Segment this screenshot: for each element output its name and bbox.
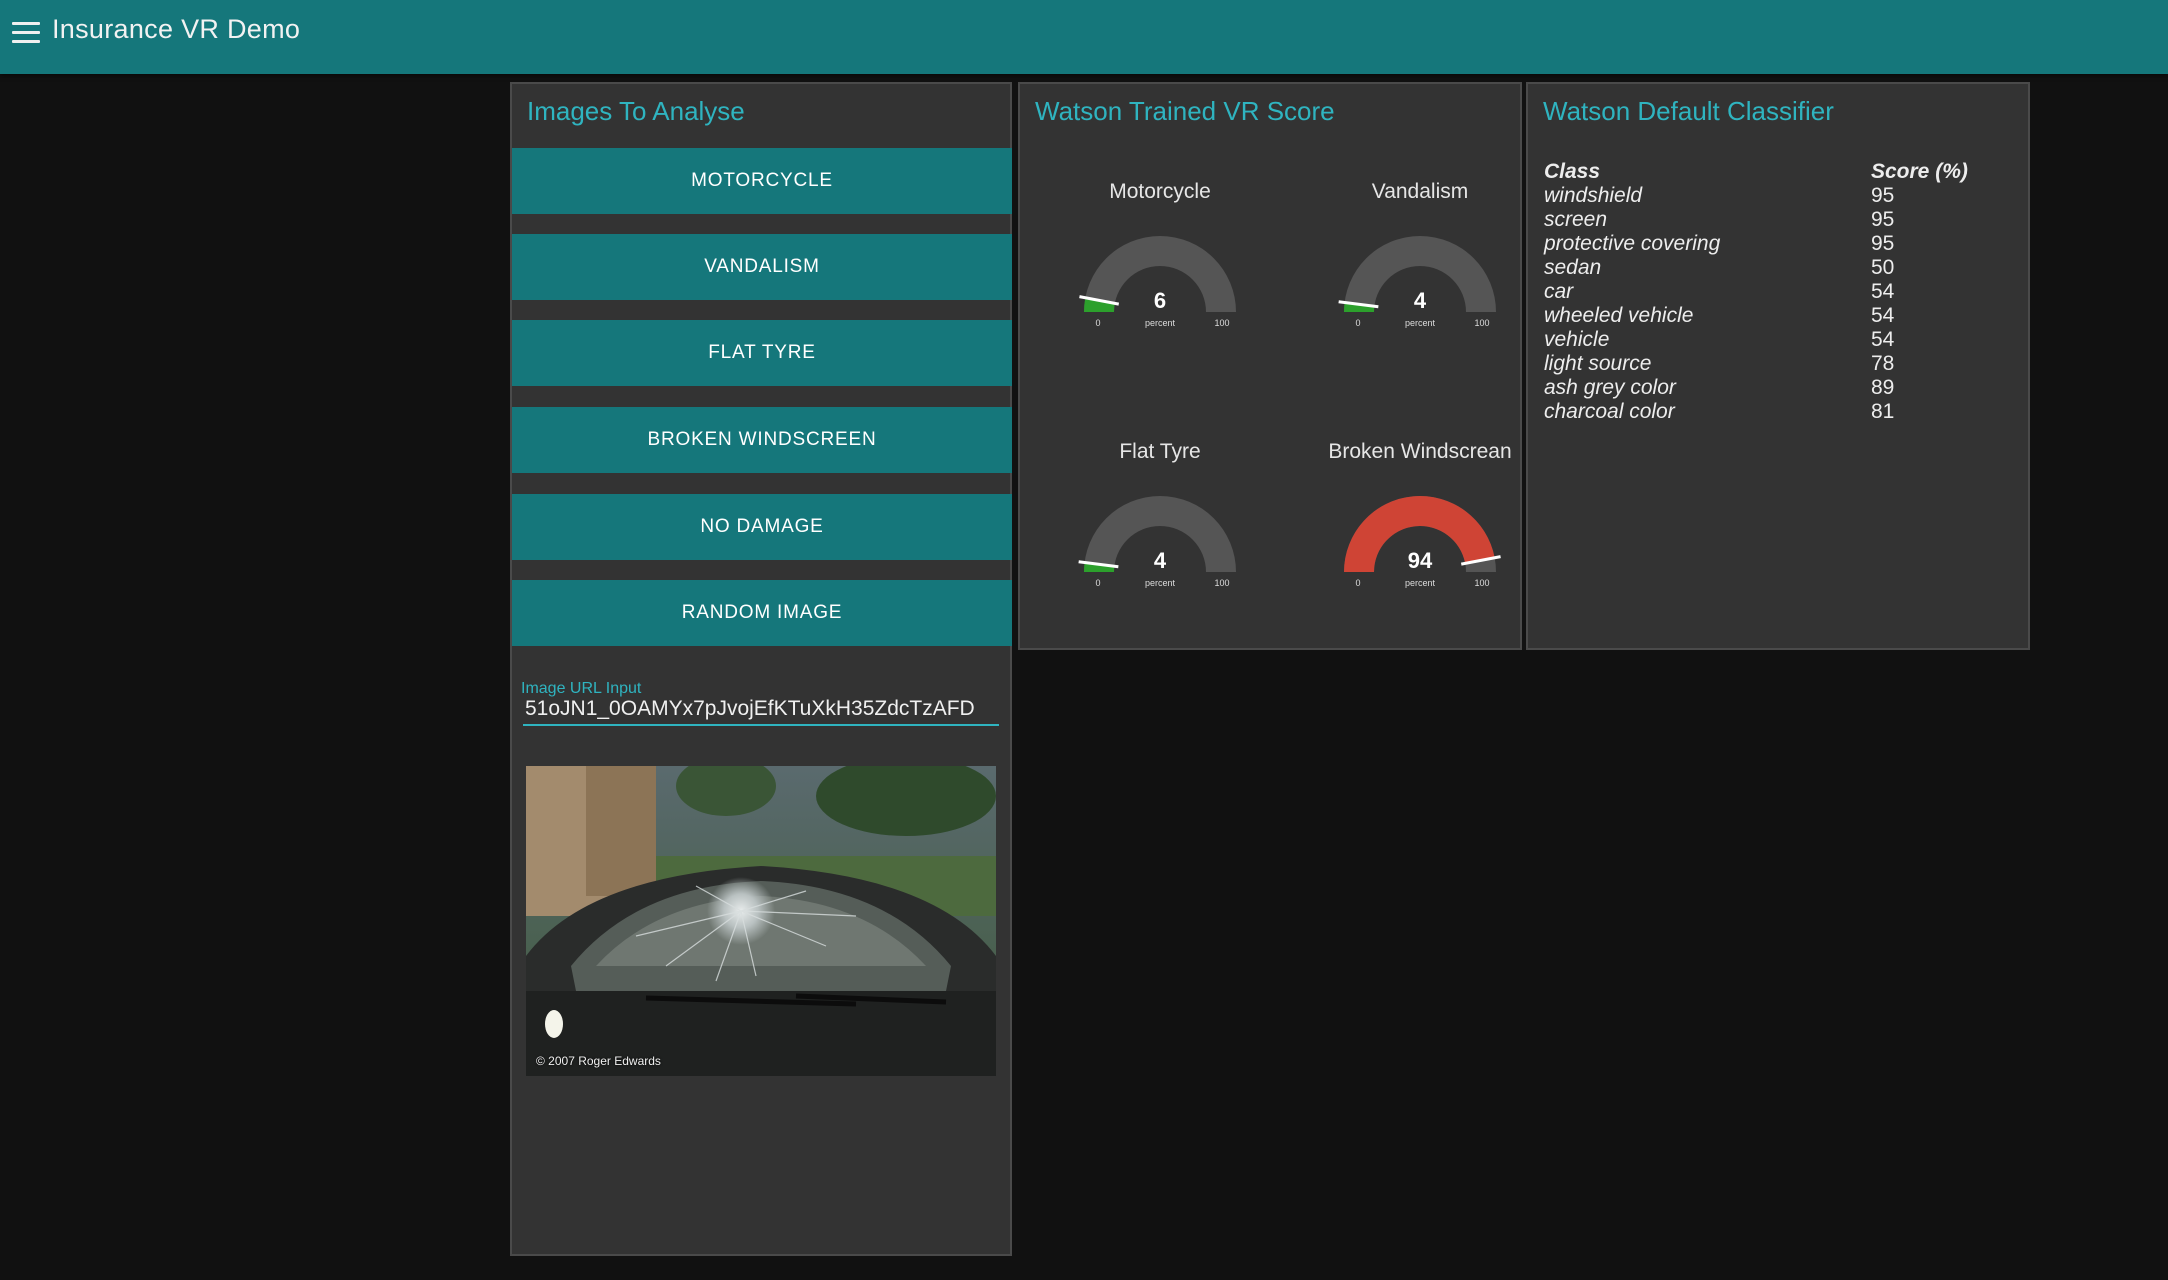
watson-trained-vr-score-panel: Watson Trained VR Score Motorcycle 6 per… xyxy=(1018,82,1522,650)
random-image-button[interactable]: RANDOM IMAGE xyxy=(512,580,1012,646)
watson-default-classifier-panel: Watson Default Classifier Class Score (%… xyxy=(1526,82,2030,650)
table-row: wheeled vehicle 54 xyxy=(1544,304,2014,328)
class-cell: charcoal color xyxy=(1544,400,1675,423)
motorcycle-button[interactable]: MOTORCYCLE xyxy=(512,148,1012,214)
image-credit: © 2007 Roger Edwards xyxy=(536,1054,661,1068)
vandalism-button[interactable]: VANDALISM xyxy=(512,234,1012,300)
class-cell: light source xyxy=(1544,352,1652,375)
gauge-motorcycle: Motorcycle 6 percent 0 100 xyxy=(1050,180,1270,380)
table-row: windshield 95 xyxy=(1544,184,2014,208)
gauge-value: 6 xyxy=(1154,288,1166,313)
class-cell: ash grey color xyxy=(1544,376,1676,399)
score-cell: 78 xyxy=(1871,352,1895,375)
gauge-max: 100 xyxy=(1214,578,1229,588)
flat-tyre-button[interactable]: FLAT TYRE xyxy=(512,320,1012,386)
class-cell: wheeled vehicle xyxy=(1544,304,1694,327)
gauge-dial: 4 percent 0 100 xyxy=(1338,236,1496,328)
table-row: screen 95 xyxy=(1544,208,2014,232)
gauge-label: Broken Windscrean xyxy=(1328,440,1512,463)
class-cell: vehicle xyxy=(1544,328,1610,351)
no-damage-button[interactable]: NO DAMAGE xyxy=(512,494,1012,560)
table-row: vehicle 54 xyxy=(1544,328,2014,352)
images-to-analyse-panel: Images To Analyse MOTORCYCLE VANDALISM F… xyxy=(510,82,1012,1256)
gauge-min: 0 xyxy=(1095,318,1100,328)
app-title: Insurance VR Demo xyxy=(52,14,301,44)
default-panel-title: Watson Default Classifier xyxy=(1543,96,1834,126)
table-row: light source 78 xyxy=(1544,352,2014,376)
gauge-min: 0 xyxy=(1355,578,1360,588)
gauge-dial: 6 percent 0 100 xyxy=(1079,236,1236,328)
table-row: protective covering 95 xyxy=(1544,232,2014,256)
table-row: sedan 50 xyxy=(1544,256,2014,280)
class-cell: windshield xyxy=(1544,184,1643,207)
gauge-label: Vandalism xyxy=(1371,180,1469,203)
score-cell: 54 xyxy=(1871,304,1895,327)
analysed-image xyxy=(526,766,996,1076)
gauge-min: 0 xyxy=(1095,578,1100,588)
score-cell: 81 xyxy=(1871,400,1895,423)
menu-icon[interactable] xyxy=(12,22,40,44)
broken-windscreen-button[interactable]: BROKEN WINDSCREEN xyxy=(512,407,1012,473)
score-column-header: Score (%) xyxy=(1871,160,1968,183)
table-row: ash grey color 89 xyxy=(1544,376,2014,400)
gauge-vandalism: Vandalism 4 percent 0 100 xyxy=(1310,180,1530,380)
gauge-value: 94 xyxy=(1408,548,1433,573)
class-column-header: Class xyxy=(1544,160,1601,183)
class-cell: screen xyxy=(1544,208,1608,231)
table-header-row: Class Score (%) xyxy=(1544,160,2014,184)
gauge-max: 100 xyxy=(1474,578,1489,588)
gauge-unit: percent xyxy=(1405,578,1436,588)
score-cell: 54 xyxy=(1871,280,1895,303)
gauge-min: 0 xyxy=(1355,318,1360,328)
gauge-dial: 94 percent 0 100 xyxy=(1344,496,1501,588)
class-cell: car xyxy=(1544,280,1574,303)
table-row: car 54 xyxy=(1544,280,2014,304)
score-cell: 54 xyxy=(1871,328,1895,351)
gauge-unit: percent xyxy=(1405,318,1436,328)
top-app-bar: Insurance VR Demo xyxy=(0,0,2168,74)
class-cell: protective covering xyxy=(1544,232,1721,255)
images-panel-title: Images To Analyse xyxy=(527,96,745,126)
gauge-flat-tyre: Flat Tyre 4 percent 0 100 xyxy=(1050,440,1270,640)
score-cell: 95 xyxy=(1871,184,1895,207)
gauge-broken-windscreen: Broken Windscrean 94 percent 0 100 xyxy=(1310,440,1530,640)
table-row: charcoal color 81 xyxy=(1544,400,2014,424)
gauge-unit: percent xyxy=(1145,318,1176,328)
classifier-table: Class Score (%) windshield 95 screen 95 pr… xyxy=(1544,160,2014,424)
score-cell: 89 xyxy=(1871,376,1895,399)
score-cell: 95 xyxy=(1871,208,1895,231)
image-url-input[interactable] xyxy=(523,694,999,726)
gauge-value: 4 xyxy=(1154,548,1167,573)
gauge-label: Flat Tyre xyxy=(1119,440,1201,463)
score-cell: 95 xyxy=(1871,232,1895,255)
gauge-unit: percent xyxy=(1145,578,1176,588)
gauge-max: 100 xyxy=(1474,318,1489,328)
gauge-value: 4 xyxy=(1414,288,1427,313)
gauge-label: Motorcycle xyxy=(1109,180,1211,203)
score-cell: 50 xyxy=(1871,256,1895,279)
gauge-dial: 4 percent 0 100 xyxy=(1078,496,1236,588)
gauge-max: 100 xyxy=(1214,318,1229,328)
watson-panel-title: Watson Trained VR Score xyxy=(1035,96,1335,126)
class-cell: sedan xyxy=(1544,256,1602,279)
